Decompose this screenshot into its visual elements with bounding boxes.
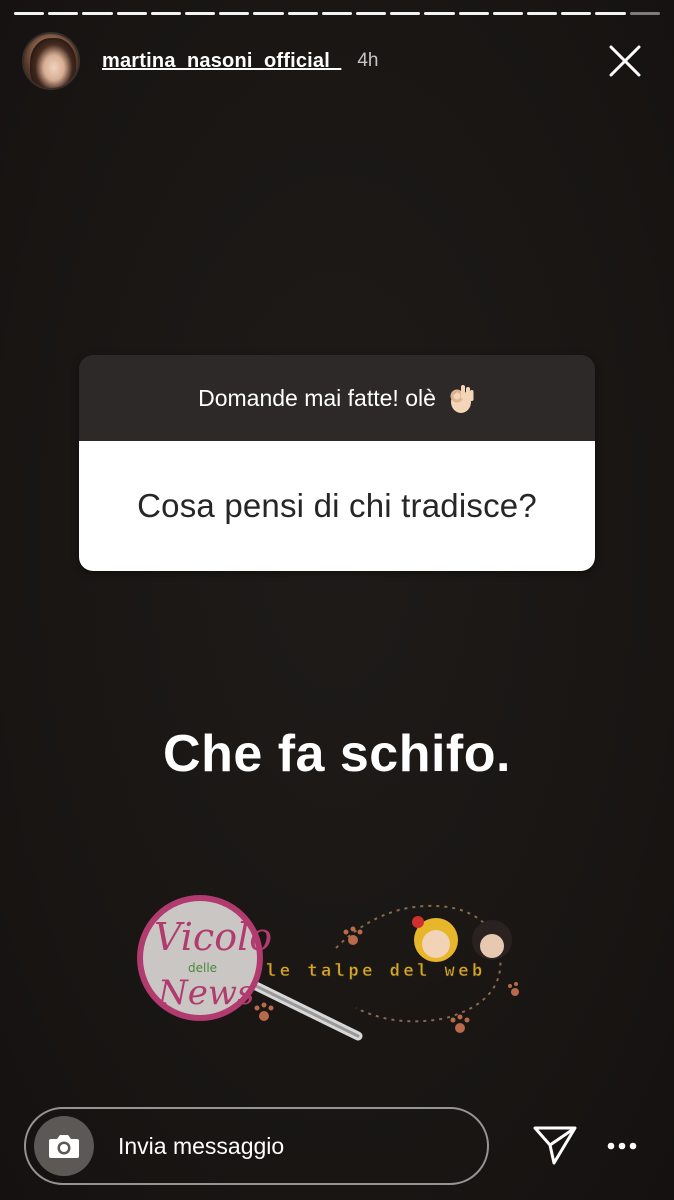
story-progress-bar xyxy=(14,12,660,16)
answer-text: Che fa schifo. xyxy=(163,725,511,783)
message-bar[interactable]: Invia messaggio xyxy=(24,1107,489,1185)
camera-button[interactable] xyxy=(34,1116,94,1176)
post-time: 4h xyxy=(357,50,379,71)
send-icon[interactable] xyxy=(532,1124,578,1166)
close-icon[interactable] xyxy=(608,44,642,78)
ok-hand-icon xyxy=(450,385,474,413)
story-progress-segment xyxy=(390,12,421,15)
story-progress-segment xyxy=(219,12,250,15)
story-progress-segment xyxy=(527,12,558,15)
question-title: Domande mai fatte! olè xyxy=(198,384,436,411)
story-progress-segment xyxy=(82,12,113,15)
story-viewer[interactable]: martina_nasoni_official_ 4h Domande mai … xyxy=(0,0,674,1200)
story-progress-segment xyxy=(321,12,353,15)
story-header: martina_nasoni_official_ 4h xyxy=(22,30,660,92)
username-link[interactable]: martina_nasoni_official_ xyxy=(102,50,341,73)
story-progress-segment xyxy=(48,12,79,15)
avatar[interactable] xyxy=(22,32,80,90)
story-progress-segment xyxy=(492,12,524,15)
camera-icon xyxy=(49,1135,79,1158)
watermark-logo: Vicolo delle News le talpe del web xyxy=(137,895,519,1041)
story-progress-segment xyxy=(595,12,626,15)
question-text: Cosa pensi di chi tradisce? xyxy=(79,441,595,571)
story-progress-segment xyxy=(458,12,489,15)
story-progress-segment xyxy=(185,12,216,15)
watermark-logo-bottom: News xyxy=(157,973,254,1013)
story-progress-segment xyxy=(253,12,284,15)
story-progress-segment xyxy=(116,12,147,15)
message-input[interactable]: Invia messaggio xyxy=(118,1133,284,1160)
story-progress-segment xyxy=(629,12,660,15)
question-sticker: Domande mai fatte! olè Cosa pensi di chi… xyxy=(79,355,595,571)
story-progress-segment xyxy=(424,12,455,15)
watermark-logo-top: Vicolo xyxy=(154,915,272,959)
question-sticker-header: Domande mai fatte! olè xyxy=(79,355,595,441)
more-icon[interactable] xyxy=(606,1136,638,1156)
story-progress-segment xyxy=(150,12,182,15)
story-progress-segment xyxy=(561,12,592,15)
story-progress-segment xyxy=(356,12,387,15)
story-progress-segment xyxy=(287,12,318,15)
watermark-tagline: le talpe del web xyxy=(266,961,486,981)
story-progress-segment xyxy=(14,12,45,15)
